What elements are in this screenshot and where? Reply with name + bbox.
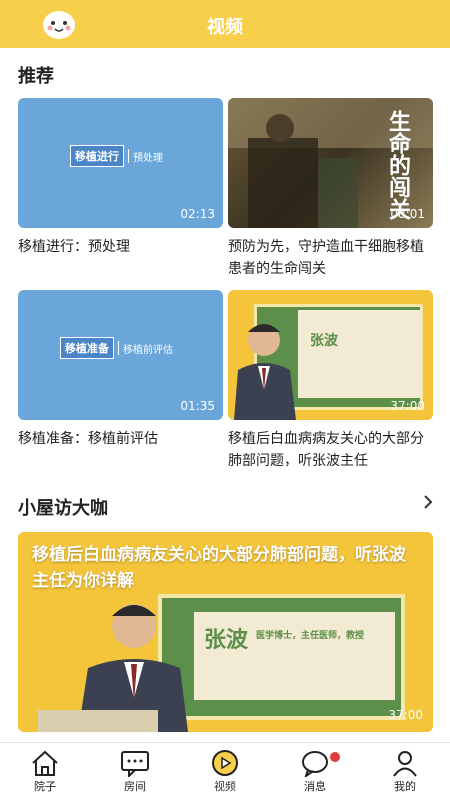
video-card[interactable]: 生命的闯关 08:01 预防为先，守护造血干细胞移植患者的生命闯关	[228, 98, 433, 280]
doctor-portrait	[234, 324, 296, 420]
video-thumbnail[interactable]: 移植进行 预处理 02:13	[18, 98, 223, 228]
video-title[interactable]: 移植后白血病病友关心的大部分肺部问题，听张波主任	[228, 428, 433, 472]
video-duration: 01:35	[180, 399, 215, 413]
video-title[interactable]: 预防为先，守护造血干细胞移植患者的生命闯关	[228, 236, 433, 280]
tab-label: 视频	[214, 780, 236, 793]
tab-label: 院子	[34, 780, 56, 793]
thumbnail-caption: 移植准备 移植前评估	[60, 337, 173, 359]
video-duration: 37:00	[388, 708, 423, 722]
thumbnail-sublabel: 预处理	[133, 152, 163, 164]
video-card[interactable]: 移植进行 预处理 02:13 移植进行：预处理	[18, 98, 223, 258]
play-icon	[212, 750, 238, 776]
doctor-portrait	[38, 604, 188, 732]
chevron-right-icon[interactable]	[422, 495, 434, 509]
tab-label: 房间	[124, 780, 146, 793]
section-title-interview[interactable]: 小屋访大咖	[18, 494, 108, 520]
bottom-tab-bar: 院子 房间 视频 消息 我的	[0, 742, 450, 800]
app-header: 视频	[0, 0, 450, 48]
header-title: 视频	[207, 17, 243, 38]
banner-title: 移植后白血病病友关心的大部分肺部问题，听张波主任为你详解	[32, 545, 406, 591]
tab-label: 消息	[304, 780, 326, 793]
doctor-title: 医学博士，主任医师，教授	[256, 631, 365, 641]
doctor-name: 张波	[310, 333, 338, 349]
thumbnail-caption: 移植进行 预处理	[70, 145, 163, 167]
thumbnail-sublabel: 移植前评估	[123, 344, 173, 356]
house-icon	[32, 750, 58, 776]
section-title-recommend: 推荐	[18, 66, 54, 87]
video-title[interactable]: 移植进行：预处理	[18, 236, 223, 258]
tab-label: 我的	[394, 780, 416, 793]
featured-video-banner[interactable]: 张波 医学博士，主任医师，教授 移植后白血病病友关心的大部分肺部问题，听张波主任…	[18, 532, 433, 732]
chat-icon	[121, 751, 149, 777]
doctor-name: 张波	[204, 628, 249, 653]
thumbnail-label: 移植准备	[60, 337, 114, 359]
tab-video[interactable]: 视频	[180, 743, 270, 800]
notification-badge	[330, 752, 340, 762]
video-title[interactable]: 移植准备：移植前评估	[18, 428, 223, 450]
tab-messages[interactable]: 消息	[270, 743, 360, 800]
video-duration: 37:00	[390, 399, 425, 413]
thumbnail-poem-title: 生命的闯关	[385, 110, 410, 220]
video-duration: 02:13	[180, 207, 215, 221]
video-thumbnail[interactable]: 移植准备 移植前评估 01:35	[18, 290, 223, 420]
video-thumbnail[interactable]: 生命的闯关 08:01	[228, 98, 433, 228]
tab-room[interactable]: 房间	[90, 743, 180, 800]
video-card[interactable]: 移植准备 移植前评估 01:35 移植准备：移植前评估	[18, 290, 223, 450]
user-icon	[393, 751, 417, 777]
message-icon	[302, 751, 328, 777]
video-duration: 08:01	[390, 207, 425, 221]
video-card[interactable]: 张波 37:00 移植后白血病病友关心的大部分肺部问题，听张波主任	[228, 290, 433, 472]
tab-courtyard[interactable]: 院子	[0, 743, 90, 800]
tab-profile[interactable]: 我的	[360, 743, 450, 800]
thumbnail-label: 移植进行	[70, 145, 124, 167]
video-thumbnail[interactable]: 张波 37:00	[228, 290, 433, 420]
